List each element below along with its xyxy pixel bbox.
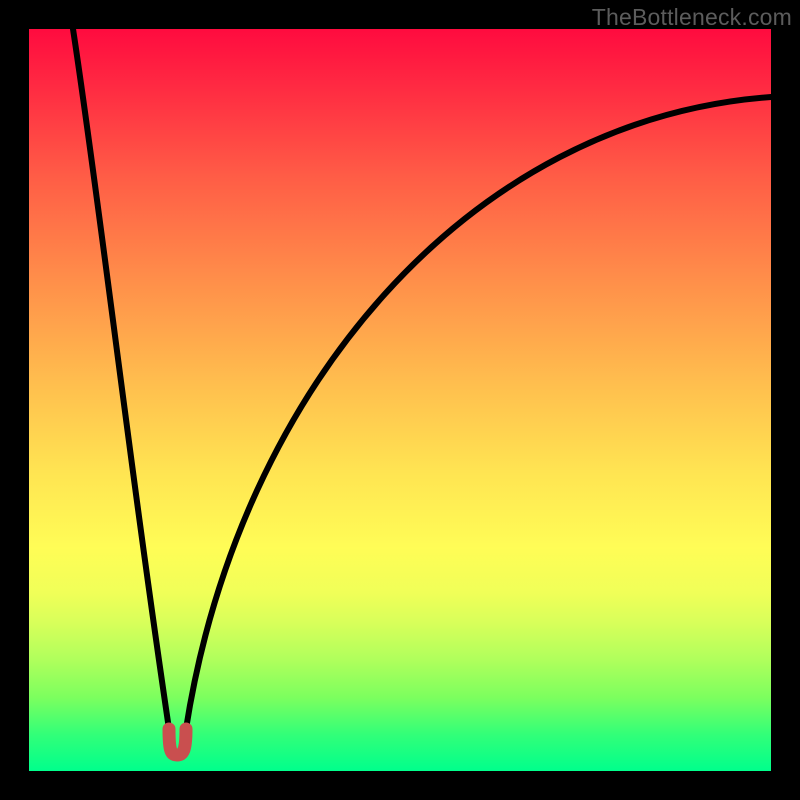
chart-plot-area [29, 29, 771, 771]
curve-right-branch [186, 97, 771, 729]
chart-svg [29, 29, 771, 771]
curve-left-branch [73, 29, 169, 729]
watermark-text: TheBottleneck.com [592, 4, 792, 31]
valley-marker [169, 729, 186, 755]
